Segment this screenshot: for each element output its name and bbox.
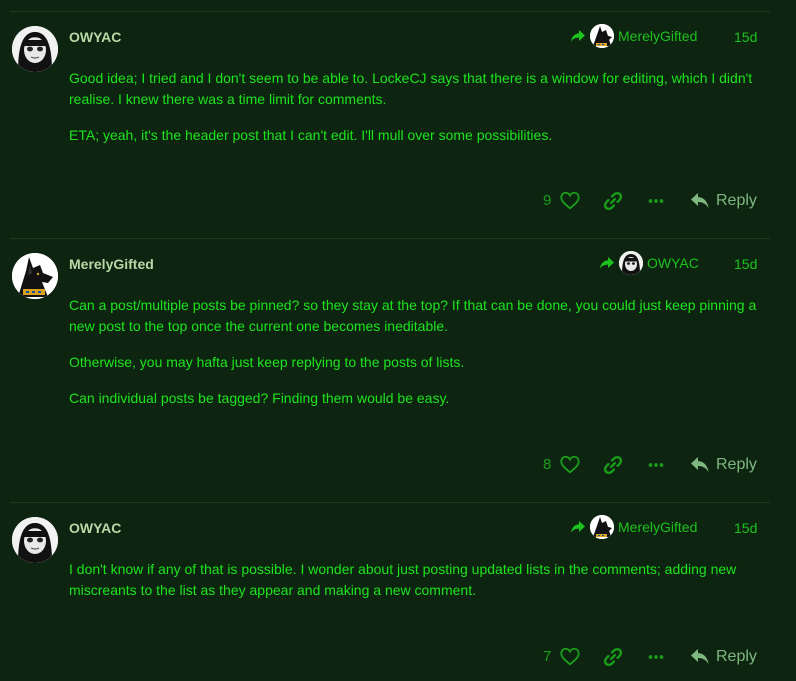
post-paragraph: Otherwise, you may hafta just keep reply…	[69, 354, 465, 370]
post-paragraph: Good idea; I tried and I don't seem to b…	[69, 70, 753, 107]
share-arrow-icon	[571, 30, 585, 42]
reply-to-avatar	[590, 24, 614, 48]
reply-to-username: OWYAC	[647, 255, 699, 271]
copy-link-button[interactable]	[602, 454, 624, 476]
post-username[interactable]: OWYAC	[69, 29, 121, 45]
avatar-owyac[interactable]	[12, 517, 58, 563]
reply-to-indicator[interactable]: MerelyGifted	[570, 515, 697, 539]
ellipsis-icon	[648, 655, 664, 659]
avatar-merelygifted[interactable]	[12, 253, 58, 299]
reply-button-label: Reply	[716, 648, 757, 665]
like-count[interactable]: 8	[543, 456, 551, 473]
anubis-avatar-image	[590, 24, 614, 48]
reply-to-indicator[interactable]: MerelyGifted	[570, 24, 697, 48]
post-date[interactable]: 15d	[734, 29, 757, 45]
post-actions: 7 Reply	[0, 642, 770, 672]
post-username[interactable]: MerelyGifted	[69, 256, 154, 272]
post-date[interactable]: 15d	[734, 520, 757, 536]
reply-button[interactable]: Reply	[690, 188, 757, 214]
owyac-avatar-image	[12, 517, 58, 563]
reply-icon	[691, 193, 709, 208]
reply-button[interactable]: Reply	[690, 452, 757, 478]
heart-icon	[560, 455, 580, 474]
post-divider	[10, 238, 770, 239]
reply-to-username: MerelyGifted	[618, 28, 698, 44]
reply-to-avatar	[619, 251, 643, 275]
post-username[interactable]: OWYAC	[69, 520, 121, 536]
link-icon	[603, 455, 623, 475]
post-paragraph: Can individual posts be tagged? Finding …	[69, 390, 450, 406]
reply-button[interactable]: Reply	[690, 644, 757, 670]
post-body: Good idea; I tried and I don't seem to b…	[69, 68, 769, 161]
anubis-avatar-image	[590, 515, 614, 539]
post-feed: OWYAC MerelyGifted 15d Good idea; I trie…	[0, 0, 796, 681]
more-options-button[interactable]	[645, 190, 667, 212]
reply-button-label: Reply	[716, 192, 757, 209]
post-actions: 8 Reply	[0, 450, 770, 480]
like-count[interactable]: 9	[543, 192, 551, 209]
reply-to-indicator[interactable]: OWYAC	[599, 251, 699, 275]
like-button[interactable]	[559, 646, 581, 668]
post-date[interactable]: 15d	[734, 256, 757, 272]
share-arrow-icon	[571, 521, 585, 533]
copy-link-button[interactable]	[602, 190, 624, 212]
owyac-mini-avatar-image	[619, 251, 643, 275]
copy-link-button[interactable]	[602, 646, 624, 668]
post-divider	[10, 11, 770, 12]
reply-to-username: MerelyGifted	[618, 519, 698, 535]
reply-icon	[691, 457, 709, 472]
post-body: I don't know if any of that is possible.…	[69, 559, 769, 616]
more-options-button[interactable]	[645, 454, 667, 476]
link-icon	[603, 647, 623, 667]
post-paragraph: ETA; yeah, it's the header post that I c…	[69, 127, 553, 143]
heart-icon	[560, 191, 580, 210]
like-button[interactable]	[559, 190, 581, 212]
reply-icon	[691, 649, 709, 664]
avatar-owyac[interactable]	[12, 26, 58, 72]
reply-button-label: Reply	[716, 456, 757, 473]
link-icon	[603, 191, 623, 211]
post-actions: 9 Reply	[0, 186, 770, 216]
post-paragraph: I don't know if any of that is possible.…	[69, 561, 737, 598]
ellipsis-icon	[648, 199, 664, 203]
ellipsis-icon	[648, 463, 664, 467]
owyac-avatar-image	[12, 26, 58, 72]
reply-to-avatar	[590, 515, 614, 539]
post-body: Can a post/multiple posts be pinned? so …	[69, 295, 769, 424]
post-divider	[10, 502, 770, 503]
like-count[interactable]: 7	[543, 648, 551, 665]
share-arrow-icon	[600, 257, 614, 269]
more-options-button[interactable]	[645, 646, 667, 668]
like-button[interactable]	[559, 454, 581, 476]
post-paragraph: Can a post/multiple posts be pinned? so …	[69, 297, 757, 334]
merelygifted-avatar-image	[12, 253, 58, 299]
heart-icon	[560, 647, 580, 666]
